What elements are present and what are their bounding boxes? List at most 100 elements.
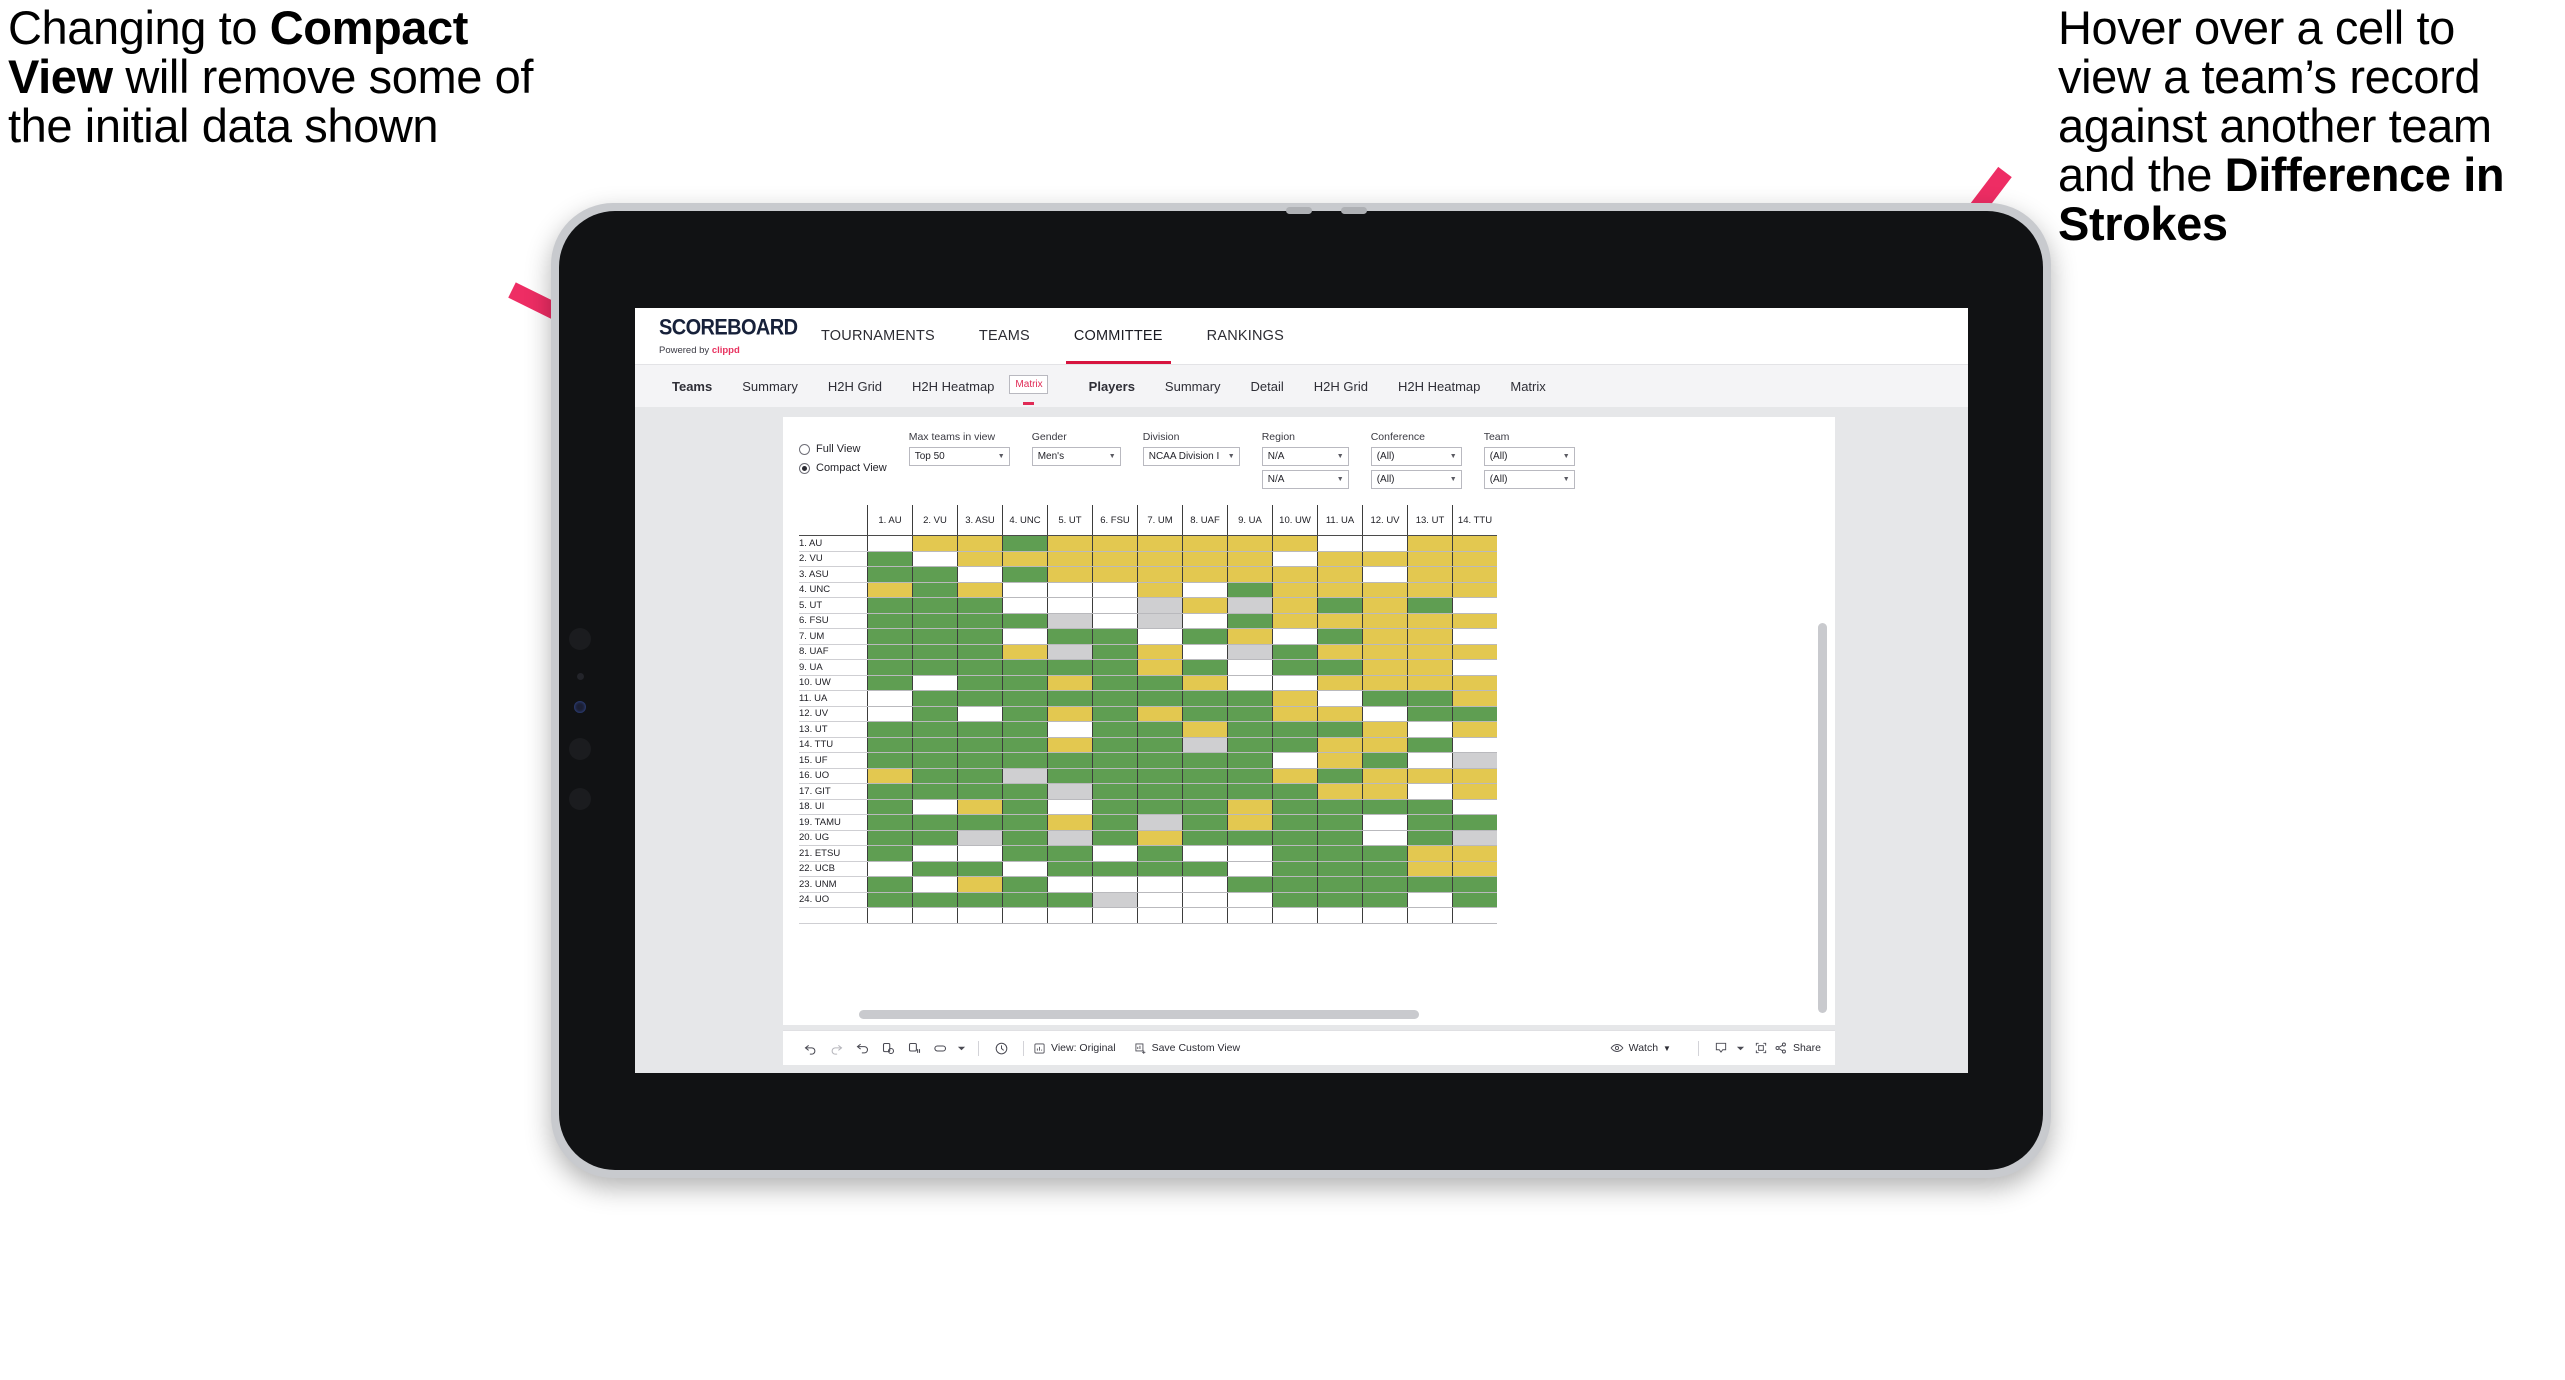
matrix-cell[interactable] (1047, 597, 1093, 614)
matrix-cell[interactable] (912, 861, 958, 877)
matrix-cell[interactable] (1407, 768, 1453, 784)
matrix-cell[interactable] (1272, 597, 1318, 614)
matrix-cell[interactable] (1452, 861, 1497, 877)
matrix-cell[interactable] (1362, 644, 1408, 660)
matrix-cell[interactable] (1407, 799, 1453, 815)
subnav-players-h2h-grid[interactable]: H2H Grid (1299, 379, 1383, 394)
redo-icon[interactable] (823, 1041, 849, 1056)
subnav-teams-matrix[interactable]: Matrix (1009, 374, 1048, 405)
matrix-cell[interactable] (1317, 644, 1363, 660)
matrix-cell[interactable] (1452, 706, 1497, 722)
matrix-cell[interactable] (867, 582, 913, 598)
matrix-cell[interactable] (1317, 566, 1363, 583)
matrix-cell[interactable] (1452, 628, 1497, 645)
matrix-cell[interactable] (1272, 768, 1318, 784)
matrix-cell[interactable] (1002, 628, 1048, 645)
matrix-cell[interactable] (1092, 768, 1138, 784)
matrix-scroll-region[interactable]: 1. AU 2. VU 3. ASU 4. UNC 5. UT 6. FSU 7. UM 8.… (799, 505, 1835, 1025)
matrix-cell[interactable] (957, 582, 1003, 598)
matrix-cell[interactable] (1362, 582, 1408, 598)
matrix-cell[interactable] (957, 566, 1003, 583)
matrix-cell[interactable] (1002, 737, 1048, 753)
matrix-cell[interactable] (1227, 861, 1273, 877)
matrix-cell[interactable] (1182, 783, 1228, 800)
matrix-cell[interactable] (1092, 892, 1138, 908)
matrix-cell[interactable] (1362, 597, 1408, 614)
matrix-cell[interactable] (867, 566, 913, 583)
matrix-cell[interactable] (912, 690, 958, 707)
matrix-cell[interactable] (1047, 566, 1093, 583)
chevron-down-icon[interactable] (953, 1044, 969, 1053)
matrix-cell[interactable] (1182, 721, 1228, 738)
matrix-cell[interactable] (1002, 659, 1048, 676)
matrix-cell[interactable] (1137, 752, 1183, 769)
matrix-cell[interactable] (1182, 830, 1228, 846)
matrix-cell[interactable] (1407, 690, 1453, 707)
matrix-cell[interactable] (957, 675, 1003, 691)
matrix-cell[interactable] (912, 597, 958, 614)
matrix-cell[interactable] (1272, 752, 1318, 769)
matrix-cell[interactable] (1092, 582, 1138, 598)
matrix-cell[interactable] (1137, 861, 1183, 877)
matrix-cell[interactable] (1182, 628, 1228, 645)
matrix-cell[interactable] (912, 814, 958, 831)
matrix-cell[interactable] (1452, 613, 1497, 629)
matrix-cell[interactable] (1362, 830, 1408, 846)
matrix-cell[interactable] (867, 675, 913, 691)
matrix-cell[interactable] (1272, 582, 1318, 598)
refresh-data-icon[interactable] (875, 1041, 901, 1056)
matrix-cell[interactable] (957, 535, 1003, 552)
matrix-cell[interactable] (1452, 535, 1497, 552)
matrix-cell[interactable] (1407, 892, 1453, 908)
matrix-cell[interactable] (912, 768, 958, 784)
matrix-cell[interactable] (1317, 551, 1363, 567)
matrix-cell[interactable] (1047, 721, 1093, 738)
matrix-cell[interactable] (1452, 752, 1497, 769)
matrix-cell[interactable] (1227, 721, 1273, 738)
matrix-cell[interactable] (1407, 830, 1453, 846)
matrix-cell[interactable] (1137, 582, 1183, 598)
matrix-cell[interactable] (1362, 907, 1408, 924)
matrix-cell[interactable] (1362, 752, 1408, 769)
filter-gender-select[interactable]: Men's ▼ (1031, 447, 1121, 466)
matrix-cell[interactable] (912, 752, 958, 769)
matrix-cell[interactable] (1362, 706, 1408, 722)
horizontal-scrollbar[interactable] (859, 1010, 1419, 1019)
matrix-cell[interactable] (1227, 876, 1273, 893)
matrix-cell[interactable] (1272, 675, 1318, 691)
matrix-cell[interactable] (1047, 783, 1093, 800)
matrix-cell[interactable] (1407, 535, 1453, 552)
matrix-cell[interactable] (1047, 675, 1093, 691)
matrix-cell[interactable] (1092, 706, 1138, 722)
matrix-cell[interactable] (912, 551, 958, 567)
matrix-cell[interactable] (1452, 799, 1497, 815)
matrix-cell[interactable] (1002, 535, 1048, 552)
filter-division-select[interactable]: NCAA Division I ▼ (1142, 447, 1240, 466)
matrix-cell[interactable] (912, 830, 958, 846)
matrix-cell[interactable] (1227, 768, 1273, 784)
matrix-cell[interactable] (1407, 737, 1453, 753)
matrix-cell[interactable] (1137, 644, 1183, 660)
top-nav-rankings[interactable]: RANKINGS (1185, 308, 1306, 364)
matrix-cell[interactable] (1047, 737, 1093, 753)
matrix-cell[interactable] (1317, 659, 1363, 676)
matrix-cell[interactable] (912, 799, 958, 815)
matrix-cell[interactable] (1227, 566, 1273, 583)
matrix-cell[interactable] (957, 613, 1003, 629)
undo-icon[interactable] (797, 1041, 823, 1056)
matrix-cell[interactable] (1092, 535, 1138, 552)
matrix-cell[interactable] (957, 737, 1003, 753)
matrix-cell[interactable] (867, 628, 913, 645)
matrix-cell[interactable] (1137, 799, 1183, 815)
matrix-cell[interactable] (1452, 768, 1497, 784)
matrix-cell[interactable] (1272, 799, 1318, 815)
matrix-cell[interactable] (1272, 659, 1318, 676)
matrix-cell[interactable] (867, 814, 913, 831)
matrix-cell[interactable] (1137, 690, 1183, 707)
matrix-cell[interactable] (1227, 613, 1273, 629)
matrix-cell[interactable] (912, 535, 958, 552)
matrix-cell[interactable] (1317, 675, 1363, 691)
matrix-cell[interactable] (1092, 659, 1138, 676)
matrix-cell[interactable] (1002, 876, 1048, 893)
subnav-teams-h2h-heatmap[interactable]: H2H Heatmap (897, 379, 1009, 394)
